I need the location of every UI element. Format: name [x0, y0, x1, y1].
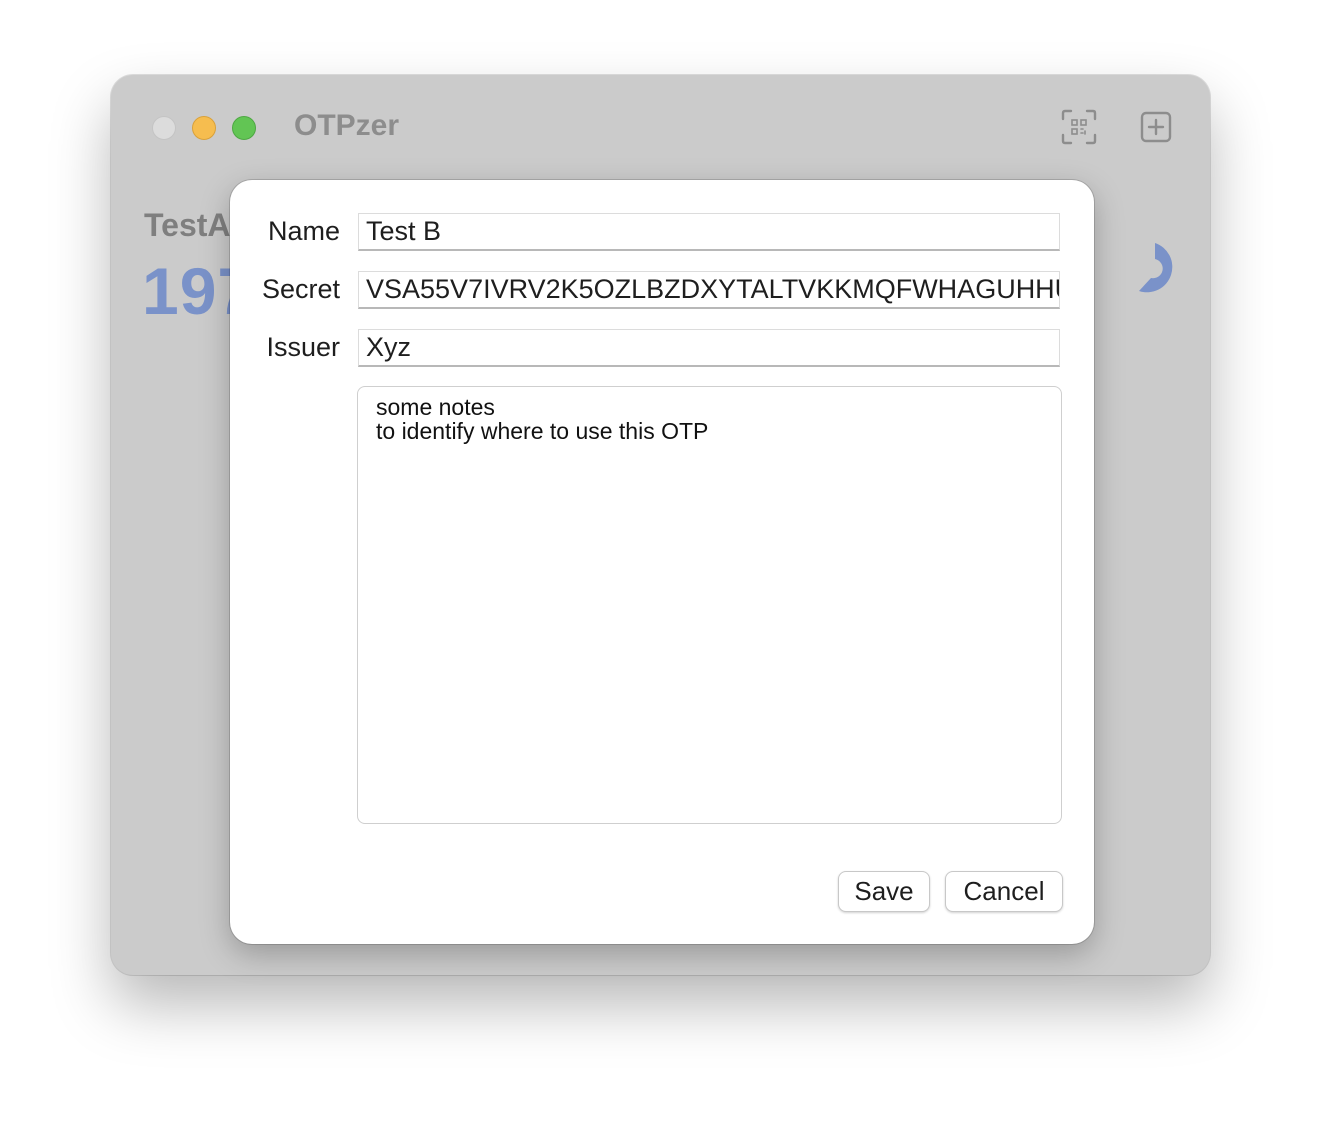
save-button[interactable]: Save — [838, 871, 930, 912]
timer-progress-icon — [1133, 240, 1183, 296]
edit-entry-dialog: Name Test B Secret VSA55V7IVRV2K5OZLBZDX… — [230, 180, 1094, 944]
entry-name: TestA — [144, 207, 231, 243]
add-square-icon[interactable] — [1137, 108, 1175, 146]
secret-field[interactable]: VSA55V7IVRV2K5OZLBZDXYTALTVKKMQFWHAGUHHU… — [358, 271, 1060, 309]
name-field[interactable]: Test B — [358, 213, 1060, 251]
window-maximize-button[interactable] — [232, 116, 256, 140]
window-minimize-button[interactable] — [192, 116, 216, 140]
qr-code-scan-icon[interactable] — [1060, 108, 1098, 146]
issuer-label: Issuer — [266, 332, 340, 362]
issuer-field[interactable]: Xyz — [358, 329, 1060, 367]
window-title: OTPzer — [294, 109, 400, 142]
secret-label: Secret — [261, 274, 340, 304]
name-label: Name — [267, 216, 340, 246]
notes-textarea[interactable]: some notes to identify where to use this… — [357, 386, 1062, 824]
window-close-button[interactable] — [152, 116, 176, 140]
cancel-button[interactable]: Cancel — [945, 871, 1063, 912]
